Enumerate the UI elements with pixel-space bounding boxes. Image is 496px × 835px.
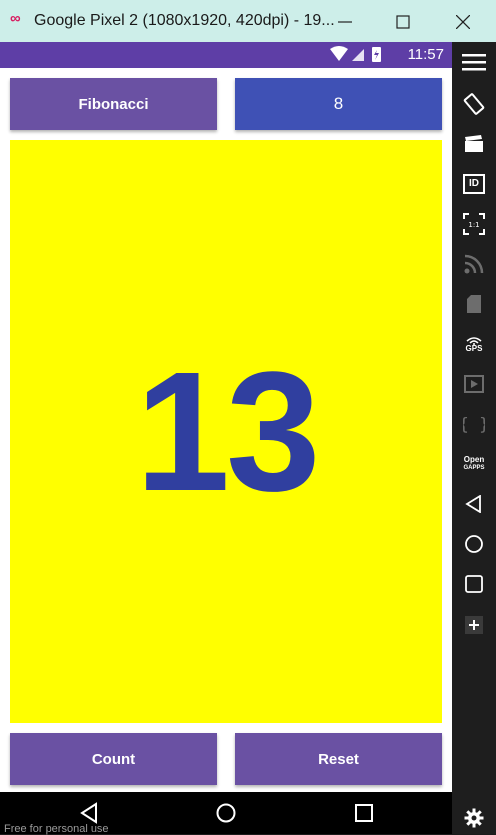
- home-tool-button[interactable]: [460, 530, 488, 558]
- result-number: 13: [135, 336, 320, 527]
- close-icon: [456, 15, 470, 29]
- back-icon[interactable]: [78, 802, 100, 824]
- window-title: Google Pixel 2 (1080x1920, 420dpi) - 19.…: [34, 12, 335, 29]
- rotate-button[interactable]: [460, 90, 488, 118]
- phone-screen: 11:57 Fibonacci 8 13 Count Reset Free fo…: [0, 42, 452, 835]
- opengapps-label-open: Open: [463, 455, 485, 464]
- wifi-icon: [330, 46, 348, 61]
- sim-card-icon: [467, 295, 481, 313]
- home-circle-icon: [465, 535, 483, 553]
- recents-tool-button[interactable]: [460, 570, 488, 598]
- count-button[interactable]: Count: [10, 733, 217, 785]
- opengapps-button[interactable]: Open GAPPS: [460, 450, 488, 478]
- pixel-perfect-icon: 1:1: [463, 213, 485, 235]
- fibonacci-button[interactable]: Fibonacci: [10, 78, 217, 130]
- ratio-label: 1:1: [468, 221, 479, 229]
- status-bar: 11:57: [0, 42, 452, 68]
- cast-button[interactable]: [460, 250, 488, 278]
- result-display: 13: [10, 140, 442, 723]
- svg-text:{ }: { }: [463, 415, 485, 434]
- menu-button[interactable]: [460, 48, 488, 76]
- reset-button[interactable]: Reset: [235, 733, 442, 785]
- film-icon: [464, 375, 484, 393]
- back-triangle-icon: [465, 495, 481, 513]
- volume-up-button[interactable]: [460, 611, 488, 639]
- device-id-button[interactable]: ID: [460, 170, 488, 198]
- home-icon[interactable]: [215, 802, 237, 824]
- media-button[interactable]: [460, 370, 488, 398]
- pixel-ratio-button[interactable]: 1:1: [460, 210, 488, 238]
- plus-icon: [465, 616, 483, 634]
- status-icons: [330, 46, 381, 62]
- clapperboard-icon: [465, 135, 483, 152]
- maximize-button[interactable]: [380, 6, 426, 38]
- id-label: ID: [469, 178, 479, 189]
- value-input[interactable]: 8: [235, 78, 442, 130]
- minimize-icon: [338, 21, 352, 23]
- minimize-button[interactable]: [322, 6, 368, 38]
- rss-icon: [464, 254, 484, 274]
- gear-icon: [464, 808, 484, 828]
- emulator-toolbar: ID 1:1 GPS { } Open GAPPS: [452, 42, 496, 834]
- menu-icon: [462, 54, 486, 71]
- recents-square-icon: [465, 575, 483, 593]
- signal-icon: [352, 49, 364, 61]
- code-button[interactable]: { }: [460, 410, 488, 438]
- settings-button[interactable]: [460, 804, 488, 832]
- recents-icon[interactable]: [353, 802, 375, 824]
- back-tool-button[interactable]: [460, 490, 488, 518]
- maximize-icon: [396, 15, 410, 29]
- screencast-button[interactable]: [460, 130, 488, 158]
- watermark-text: Free for personal use: [4, 823, 109, 835]
- sim-button[interactable]: [460, 290, 488, 318]
- gps-label: GPS: [465, 343, 483, 353]
- genymotion-logo-icon: ∞: [10, 10, 21, 27]
- gps-button[interactable]: GPS: [460, 330, 488, 358]
- opengapps-label-gapps: GAPPS: [463, 465, 485, 471]
- rotate-icon: [463, 93, 485, 115]
- braces-icon: { }: [463, 415, 485, 434]
- window-titlebar: ∞ Google Pixel 2 (1080x1920, 420dpi) - 1…: [0, 0, 496, 42]
- status-time: 11:57: [407, 46, 444, 63]
- close-button[interactable]: [440, 6, 486, 38]
